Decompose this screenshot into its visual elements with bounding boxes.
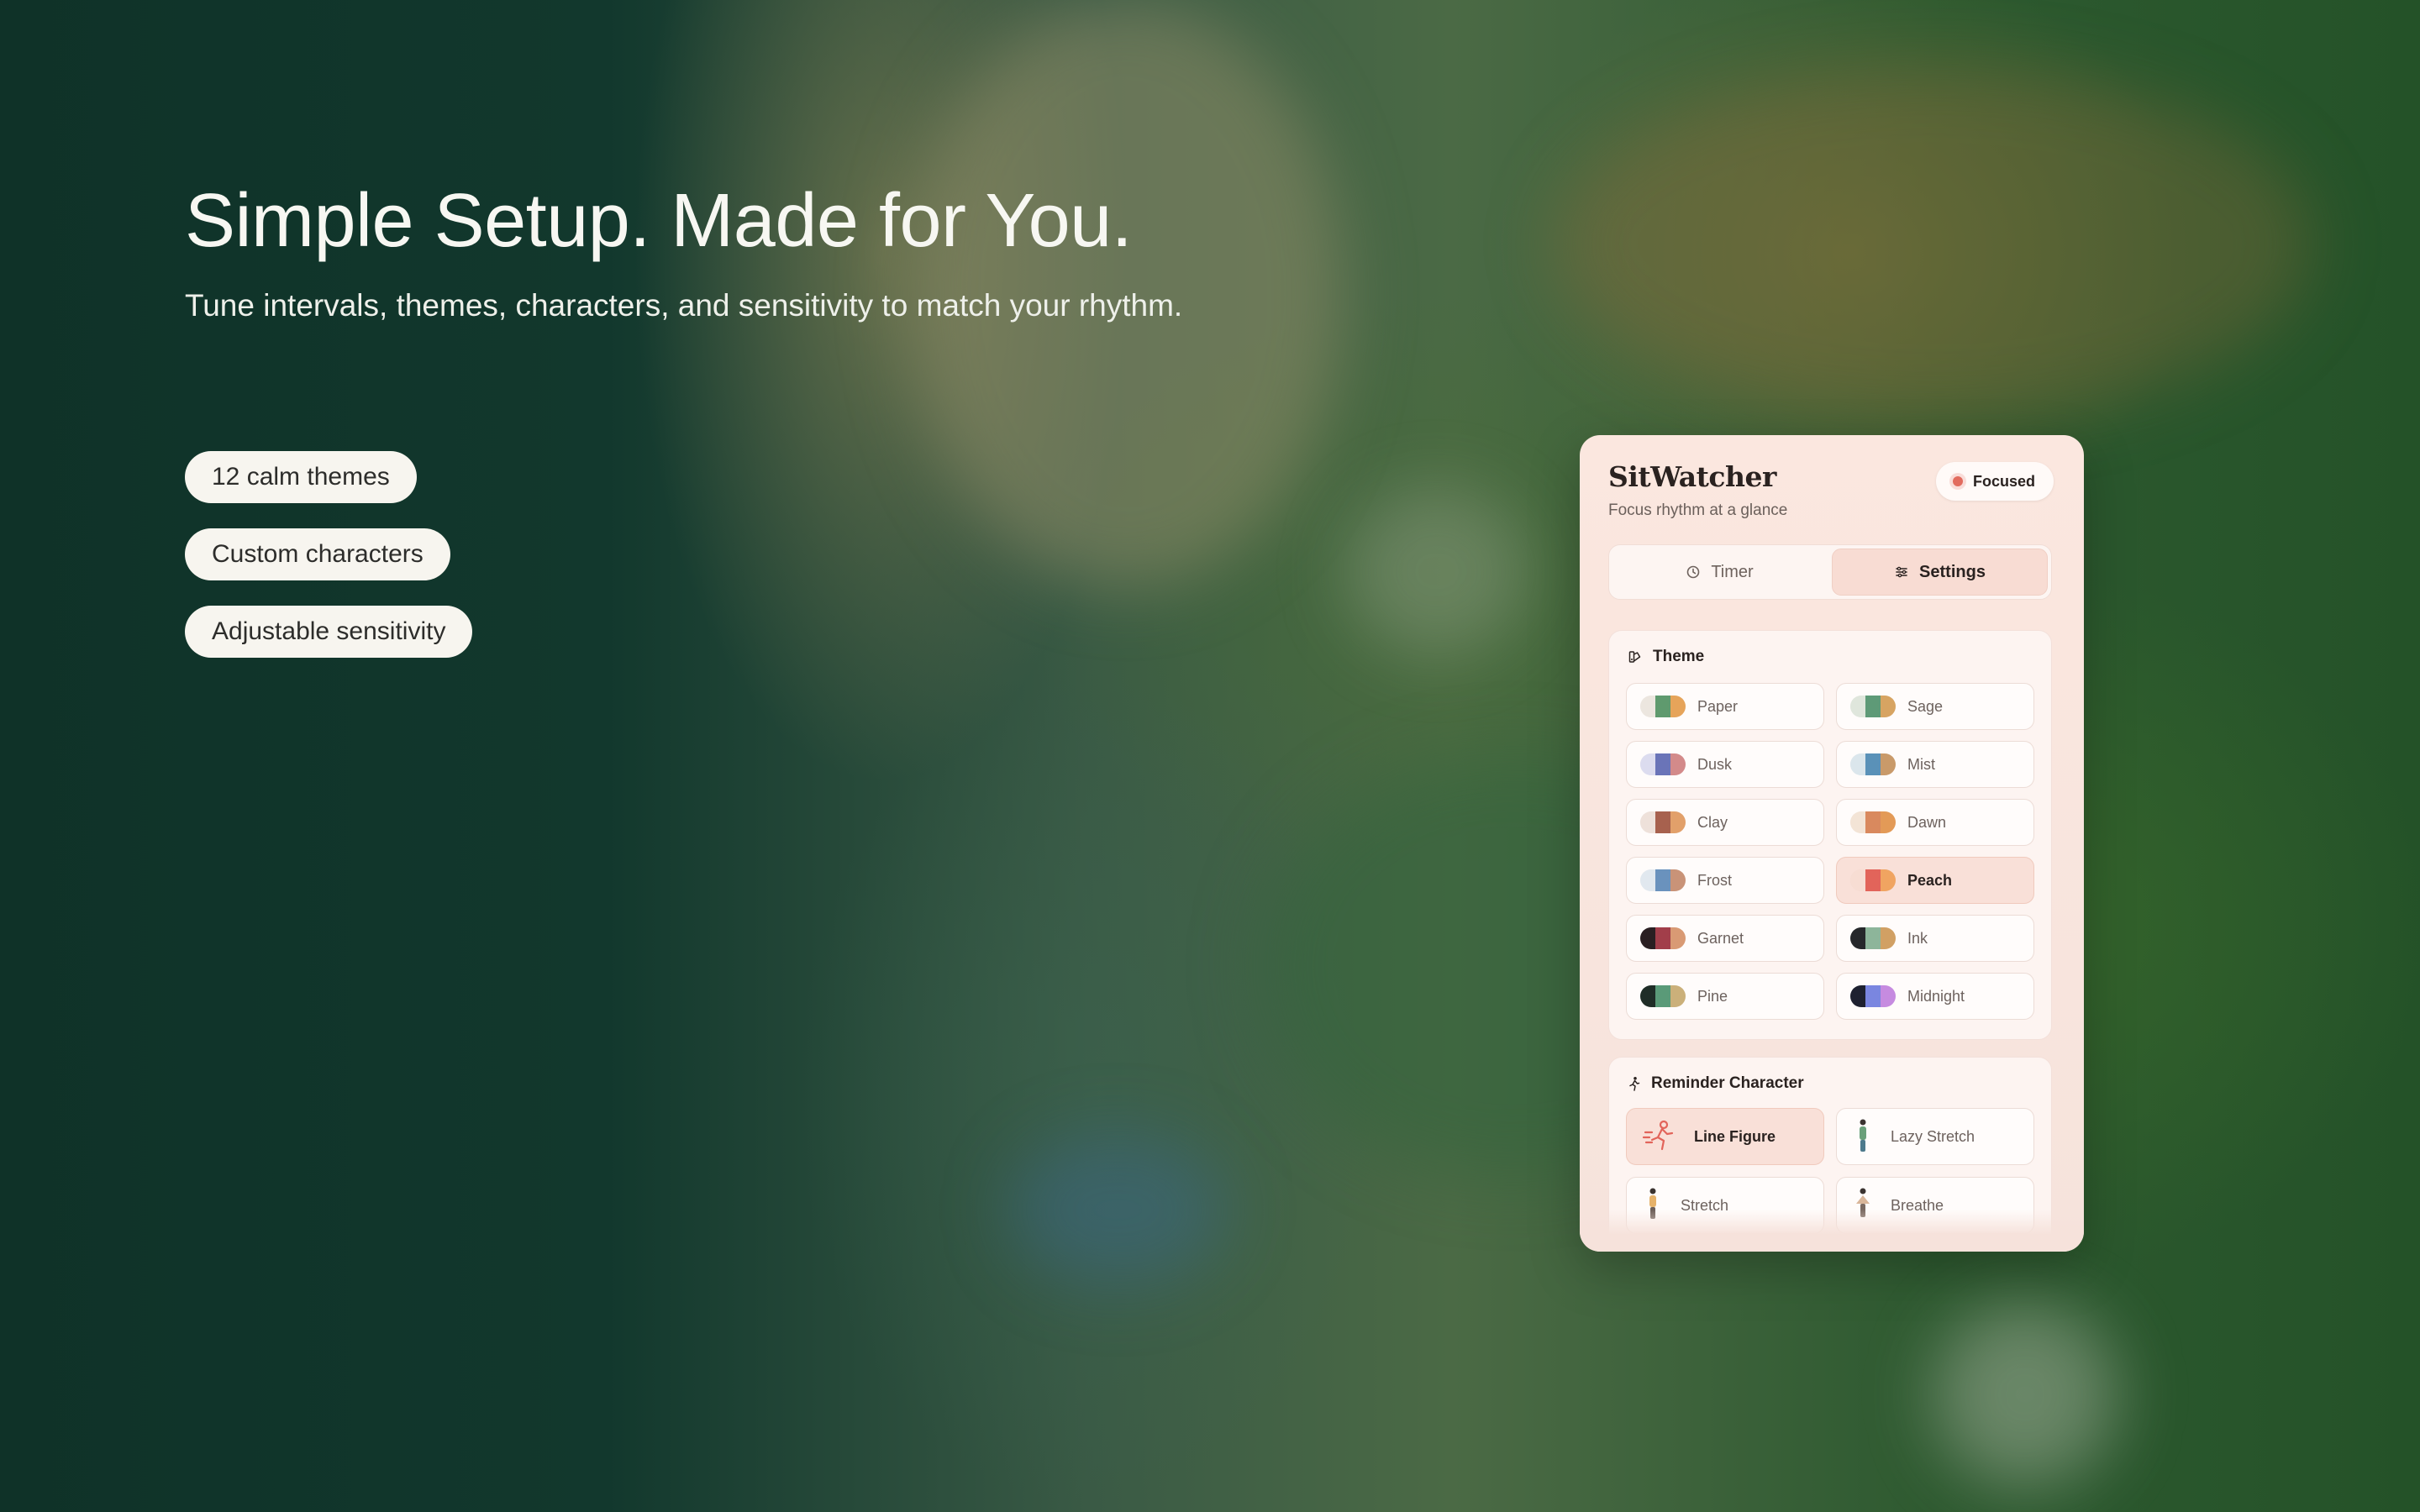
theme-label: Dawn: [1907, 813, 1947, 831]
theme-label: Clay: [1697, 813, 1728, 831]
theme-option-garnet[interactable]: Garnet: [1626, 915, 1824, 962]
theme-option-sage[interactable]: Sage: [1836, 683, 2034, 730]
theme-label: Peach: [1907, 871, 1953, 889]
timer-icon: [1687, 565, 1700, 579]
status-badge: Focused: [1935, 462, 2054, 501]
feature-list: 12 calm themes Custom characters Adjusta…: [185, 451, 473, 658]
theme-swatch: [1640, 811, 1686, 833]
running-figure-icon: [1642, 1120, 1674, 1151]
feature-pill-characters: Custom characters: [185, 528, 450, 580]
theme-label: Frost: [1697, 871, 1733, 889]
hero-title: Simple Setup. Made for You.: [185, 179, 1133, 263]
theme-option-dawn[interactable]: Dawn: [1836, 799, 2034, 846]
theme-swatch: [1640, 696, 1686, 717]
walking-person-icon: [1629, 1077, 1640, 1091]
theme-option-mist[interactable]: Mist: [1836, 741, 2034, 788]
tab-bar: Timer Settings: [1608, 544, 2052, 600]
theme-label: Garnet: [1697, 929, 1744, 947]
theme-label: Pine: [1697, 987, 1728, 1005]
theme-option-ink[interactable]: Ink: [1836, 915, 2034, 962]
feature-pill-themes: 12 calm themes: [185, 451, 417, 503]
theme-swatch: [1850, 811, 1896, 833]
app-tagline: Focus rhythm at a glance: [1608, 501, 1788, 519]
character-section-title: Reminder Character: [1628, 1074, 1804, 1093]
character-option-lazy-stretch[interactable]: Lazy Stretch: [1836, 1108, 2034, 1165]
theme-option-paper[interactable]: Paper: [1626, 683, 1824, 730]
palette-icon: [1628, 651, 1641, 663]
theme-swatch: [1640, 927, 1686, 949]
scroll-fade: [1580, 1210, 2084, 1252]
theme-label: Ink: [1907, 929, 1928, 947]
tab-timer[interactable]: Timer: [1612, 549, 1827, 596]
theme-swatch: [1850, 869, 1896, 891]
status-label: Focused: [1972, 472, 2035, 490]
theme-label: Paper: [1697, 697, 1739, 715]
tab-settings[interactable]: Settings: [1832, 549, 2048, 596]
theme-option-dusk[interactable]: Dusk: [1626, 741, 1824, 788]
theme-swatch: [1640, 985, 1686, 1007]
app-name: SitWatcher: [1608, 460, 1776, 493]
theme-section-title: Theme: [1628, 648, 1704, 666]
theme-swatch: [1640, 869, 1686, 891]
theme-label: Mist: [1907, 755, 1935, 773]
theme-option-midnight[interactable]: Midnight: [1836, 973, 2034, 1020]
tab-timer-label: Timer: [1711, 562, 1754, 581]
theme-option-peach[interactable]: Peach: [1836, 857, 2034, 904]
tab-settings-label: Settings: [1919, 562, 1986, 581]
theme-label: Dusk: [1697, 755, 1733, 773]
theme-option-frost[interactable]: Frost: [1626, 857, 1824, 904]
status-dot-icon: [1952, 476, 1963, 486]
theme-swatch: [1850, 985, 1896, 1007]
app-header: SitWatcher Focus rhythm at a glance: [1608, 460, 1787, 520]
theme-swatch: [1850, 927, 1896, 949]
app-window: SitWatcher Focus rhythm at a glance Focu…: [1580, 435, 2084, 1252]
theme-swatch: [1850, 696, 1896, 717]
theme-section: Theme Paper Sage Dusk Mist Clay Dawn Frost Peac…: [1608, 630, 2052, 1040]
theme-option-clay[interactable]: Clay: [1626, 799, 1824, 846]
character-option-line-figure[interactable]: Line Figure: [1626, 1108, 1824, 1165]
lazy-stretch-figure-icon: [1860, 1119, 1866, 1152]
theme-label: Midnight: [1907, 987, 1965, 1005]
hero-subtitle: Tune intervals, themes, characters, and …: [185, 288, 1183, 323]
theme-grid: Paper Sage Dusk Mist Clay Dawn Frost Peach Garne…: [1626, 683, 2034, 1020]
theme-swatch: [1640, 753, 1686, 775]
theme-label: Sage: [1907, 697, 1944, 715]
feature-pill-sensitivity: Adjustable sensitivity: [185, 606, 473, 658]
hero: Simple Setup. Made for You. Tune interva…: [185, 178, 1182, 323]
theme-option-pine[interactable]: Pine: [1626, 973, 1824, 1020]
theme-swatch: [1850, 753, 1896, 775]
sliders-icon: [1896, 566, 1907, 578]
